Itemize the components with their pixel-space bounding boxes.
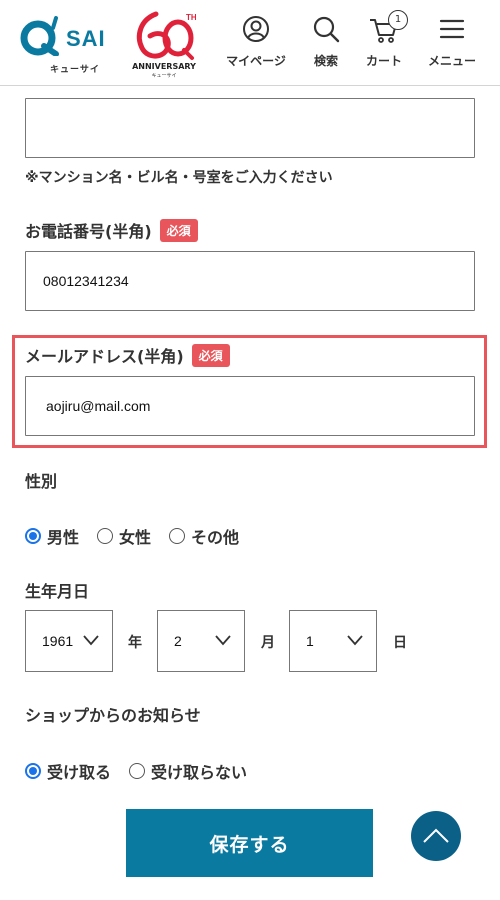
back-to-top-button[interactable]: [411, 811, 461, 861]
logo-subtitle: キューサイ: [50, 65, 100, 75]
gender-option-other[interactable]: その他: [169, 524, 239, 548]
gender-option-male[interactable]: 男性: [25, 524, 79, 548]
birth-year-unit: 年: [128, 635, 142, 651]
birth-day-unit: 日: [393, 635, 407, 651]
save-button[interactable]: 保存する: [126, 809, 373, 877]
newsletter-option-decline[interactable]: 受け取らない: [129, 759, 247, 783]
anniversary-th: TH: [186, 13, 196, 22]
phone-label: お電話番号(半角): [25, 222, 152, 241]
chevron-down-icon: [215, 635, 231, 646]
email-label: メールアドレス(半角): [25, 347, 184, 366]
birthday-label: 生年月日: [25, 582, 90, 601]
chevron-up-icon: [423, 828, 449, 843]
nav-mypage[interactable]: マイページ: [220, 14, 292, 69]
newsletter-receive-label: 受け取る: [47, 763, 112, 782]
gender-other-radio[interactable]: [169, 528, 186, 544]
newsletter-radio-group: 受け取る 受け取らない: [25, 759, 265, 783]
phone-required-badge: 必須: [159, 218, 198, 242]
address-note: ※マンション名・ビル名・号室をご入力ください: [25, 170, 333, 186]
address-building-input[interactable]: [25, 98, 475, 158]
gender-male-radio[interactable]: [25, 528, 41, 544]
email-input[interactable]: aojiru@mail.com: [25, 376, 475, 436]
chevron-down-icon: [347, 635, 363, 646]
newsletter-decline-label: 受け取らない: [151, 763, 248, 782]
birth-month-unit: 月: [261, 635, 275, 651]
nav-cart-label: カート: [365, 54, 402, 68]
gender-radio-group: 男性 女性 その他: [25, 524, 257, 548]
anniversary-subtitle: キューサイ: [151, 73, 177, 79]
anniversary-logo: TH ANNIVERSARY キューサイ: [128, 8, 200, 80]
gender-male-label: 男性: [47, 528, 80, 547]
user-circle-icon: [243, 16, 269, 42]
newsletter-label: ショップからのお知らせ: [25, 706, 201, 725]
nav-mypage-label: マイページ: [226, 54, 286, 68]
gender-other-label: その他: [191, 528, 240, 547]
birth-month-value: 2: [174, 633, 182, 649]
birth-day-select[interactable]: 1: [289, 610, 377, 672]
anniversary-60-mark: TH: [136, 11, 196, 60]
hamburger-icon: [439, 19, 465, 39]
nav-menu-label: メニュー: [427, 54, 476, 68]
newsletter-option-receive[interactable]: 受け取る: [25, 759, 111, 783]
site-header: SAI キューサイ TH ANNIVERSARY キューサイ マイページ 検索 …: [0, 0, 500, 86]
birth-year-select[interactable]: 1961: [25, 610, 113, 672]
birth-month-select[interactable]: 2: [157, 610, 245, 672]
nav-cart[interactable]: 1 カート: [348, 10, 420, 69]
email-label-row: メールアドレス(半角) 必須: [25, 343, 230, 367]
phone-input[interactable]: 08012341234: [25, 251, 475, 311]
email-required-badge: 必須: [191, 343, 230, 367]
chevron-down-icon: [83, 635, 99, 646]
newsletter-decline-radio[interactable]: [129, 763, 146, 779]
cart-count-badge: 1: [388, 10, 408, 30]
phone-label-row: お電話番号(半角) 必須: [25, 218, 198, 242]
birth-year-value: 1961: [42, 633, 74, 649]
gender-female-radio[interactable]: [97, 528, 114, 544]
anniversary-label: ANNIVERSARY: [132, 62, 196, 71]
gender-option-female[interactable]: 女性: [97, 524, 151, 548]
gender-label: 性別: [25, 472, 58, 491]
gender-female-label: 女性: [119, 528, 152, 547]
qsai-logo-mark: [20, 16, 59, 56]
newsletter-receive-radio[interactable]: [25, 763, 41, 779]
qsai-logo[interactable]: SAI キューサイ: [20, 14, 116, 75]
birth-day-value: 1: [306, 633, 314, 649]
search-icon: [313, 16, 340, 43]
logo-wordmark: SAI: [66, 26, 106, 51]
nav-menu[interactable]: メニュー: [416, 14, 488, 69]
